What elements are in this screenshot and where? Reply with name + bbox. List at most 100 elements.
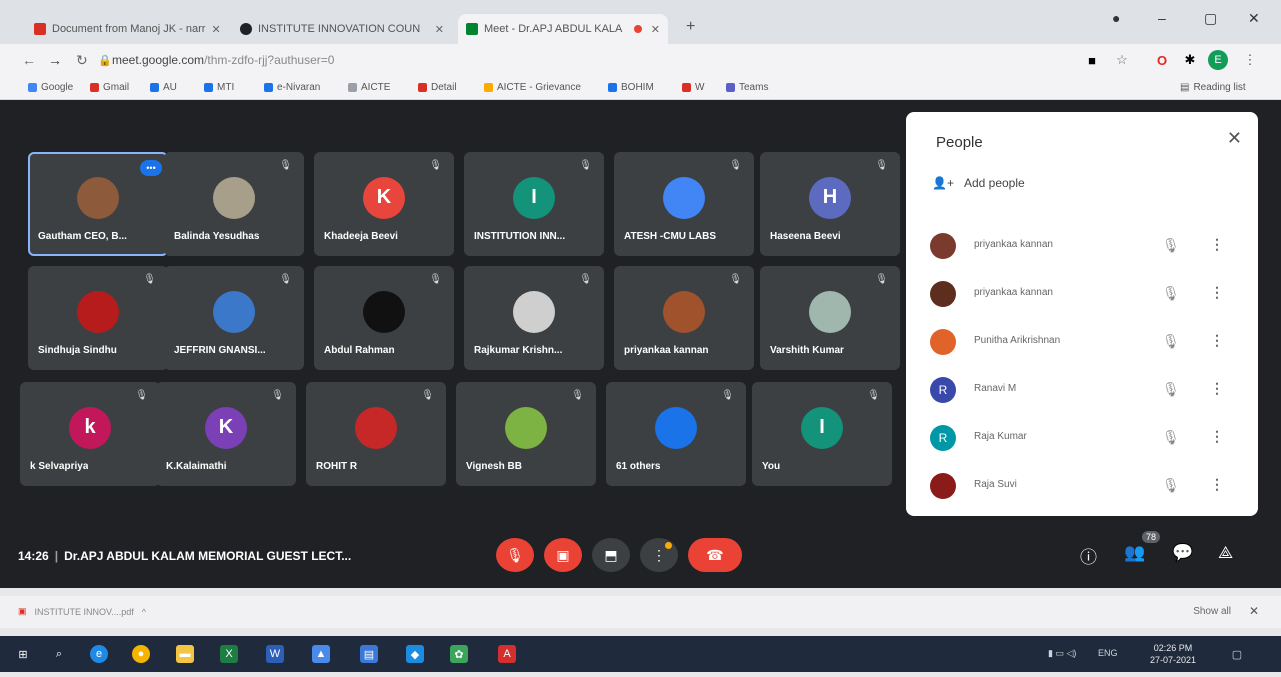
more-vert-icon[interactable]: ⋮ — [1210, 332, 1224, 349]
extensions-icon[interactable]: ✱ — [1180, 50, 1200, 70]
close-icon[interactable]: ✕ — [1249, 604, 1259, 618]
participant-row[interactable]: R Ranavi M 🎙 ⋮ — [930, 374, 1240, 406]
more-vert-icon[interactable]: ⋮ — [1210, 284, 1224, 301]
minimize-button[interactable]: – — [1158, 10, 1166, 26]
document-icon[interactable]: ▤ — [360, 645, 378, 663]
close-icon[interactable]: ✕ — [211, 23, 220, 36]
participant-row[interactable]: priyankaa kannan 🎙 ⋮ — [930, 278, 1240, 310]
photos-icon[interactable]: ◆ — [406, 645, 424, 663]
more-options-button[interactable]: ⋮ — [640, 538, 678, 572]
present-button[interactable]: ⬒ — [592, 538, 630, 572]
activities-icon[interactable]: ⟁ — [1218, 543, 1233, 563]
tab-institute[interactable]: INSTITUTE INNOVATION COUN ✕ — [232, 14, 452, 44]
file-explorer-icon[interactable]: ▬ — [176, 645, 194, 663]
participant-row[interactable]: Punitha Arikrishnan 🎙 ⋮ — [930, 326, 1240, 358]
mic-muted-icon: 🎙 — [729, 160, 742, 171]
reading-list-icon: ▤ — [1180, 82, 1190, 93]
media-icon[interactable]: ● — [1112, 10, 1120, 26]
bookmark-w[interactable]: W — [682, 82, 704, 93]
chrome-icon[interactable]: ● — [132, 645, 150, 663]
acrobat-icon[interactable]: A — [498, 645, 516, 663]
bookmark-bohim[interactable]: BOHIM — [608, 82, 654, 93]
participant-tile[interactable]: Rajkumar Krishn... 🎙 — [464, 266, 604, 370]
more-vert-icon[interactable]: ⋮ — [1210, 476, 1224, 493]
more-vert-icon[interactable]: ⋮ — [1210, 428, 1224, 445]
participant-tile[interactable]: k k Selvapriya 🎙 — [20, 382, 160, 486]
new-tab-button[interactable]: + — [686, 18, 695, 36]
back-icon[interactable]: ← — [22, 52, 36, 68]
excel-icon[interactable]: X — [220, 645, 238, 663]
mic-muted-icon: 🎙 — [135, 390, 148, 401]
participant-tile[interactable]: Gautham CEO, B... ••• — [28, 152, 168, 256]
show-all-button[interactable]: Show all — [1193, 606, 1231, 617]
participant-name: priyankaa kannan — [974, 287, 1053, 298]
profile-avatar[interactable]: E — [1208, 50, 1228, 70]
close-icon[interactable]: ✕ — [1227, 128, 1242, 149]
reading-list-button[interactable]: ▤ Reading list — [1180, 82, 1246, 93]
more-vert-icon[interactable]: ⋮ — [1210, 236, 1224, 253]
notification-icon[interactable]: ▢ — [1228, 645, 1246, 663]
participant-tile[interactable]: I You 🎙 — [752, 382, 892, 486]
bookmark-detail[interactable]: Detail — [418, 82, 457, 93]
participant-tile[interactable]: H Haseena Beevi 🎙 — [760, 152, 900, 256]
participant-tile[interactable]: priyankaa kannan 🎙 — [614, 266, 754, 370]
download-item[interactable]: ▣ INSTITUTE INNOV....pdf ^ — [18, 606, 146, 617]
reload-icon[interactable]: ↻ — [76, 52, 88, 69]
lock-icon[interactable]: 🔒 — [98, 54, 112, 67]
participant-tile[interactable]: K K.Kalaimathi 🎙 — [156, 382, 296, 486]
search-icon[interactable]: ⌕ — [50, 645, 68, 663]
bookmark-aicte-grievance[interactable]: AICTE - Grievance — [484, 82, 581, 93]
participant-tile[interactable]: Sindhuja Sindhu 🎙 — [28, 266, 168, 370]
app-green-icon[interactable]: ✿ — [450, 645, 468, 663]
bookmark-google[interactable]: Google — [28, 82, 73, 93]
participant-tile[interactable]: Abdul Rahman 🎙 — [314, 266, 454, 370]
menu-icon[interactable]: ⋮ — [1240, 50, 1260, 70]
maximize-button[interactable]: ▢ — [1204, 10, 1217, 27]
language-indicator[interactable]: ENG — [1098, 648, 1118, 658]
app-icon[interactable]: ▲ — [312, 645, 330, 663]
participant-tile[interactable]: Vignesh BB 🎙 — [456, 382, 596, 486]
participant-tile[interactable]: JEFFRIN GNANSI... 🎙 — [164, 266, 304, 370]
close-icon[interactable]: ✕ — [435, 23, 444, 36]
edge-icon[interactable]: e — [90, 645, 108, 663]
add-people-button[interactable]: 👤+ Add people — [932, 176, 1025, 190]
opera-icon[interactable]: O — [1152, 50, 1172, 70]
participant-tile[interactable]: I INSTITUTION INN... 🎙 — [464, 152, 604, 256]
star-icon[interactable]: ☆ — [1112, 50, 1132, 70]
camera-toggle-button[interactable]: ▣ — [544, 538, 582, 572]
participant-tile[interactable]: 61 others 🎙 — [606, 382, 746, 486]
people-icon[interactable]: 👥 — [1124, 543, 1145, 563]
forward-icon[interactable]: → — [48, 52, 62, 68]
participant-tile[interactable]: K Khadeeja Beevi 🎙 — [314, 152, 454, 256]
window-close-button[interactable]: ✕ — [1248, 10, 1260, 27]
bookmark-e-nivaran[interactable]: e-Nivaran — [264, 82, 320, 93]
bookmark-mti[interactable]: MTI — [204, 82, 234, 93]
tab-gmail[interactable]: Document from Manoj JK - narr ✕ — [26, 14, 226, 44]
url-field[interactable]: meet.google.com/thm-zdfo-rjj?authuser=0 — [112, 53, 334, 67]
camera-icon[interactable]: ■ — [1082, 50, 1102, 70]
more-vert-icon[interactable]: ⋮ — [1210, 380, 1224, 397]
word-icon[interactable]: W — [266, 645, 284, 663]
close-icon[interactable]: ✕ — [651, 23, 660, 36]
participant-tile[interactable]: Varshith Kumar 🎙 — [760, 266, 900, 370]
info-icon[interactable]: ⓘ — [1080, 543, 1097, 568]
bookmark-au[interactable]: AU — [150, 82, 177, 93]
participant-row[interactable]: R Raja Kumar 🎙 ⋮ — [930, 422, 1240, 454]
tab-meet[interactable]: Meet - Dr.APJ ABDUL KALA ✕ — [458, 14, 668, 44]
windows-start-icon[interactable]: ⊞ — [14, 645, 32, 663]
system-clock[interactable]: 02:26 PM 27-07-2021 — [1150, 642, 1196, 666]
participant-tile[interactable]: ROHIT R 🎙 — [306, 382, 446, 486]
more-options-icon[interactable]: ••• — [140, 160, 162, 176]
participant-tile[interactable]: Balinda Yesudhas 🎙 — [164, 152, 304, 256]
bookmark-gmail[interactable]: Gmail — [90, 82, 129, 93]
bookmark-teams[interactable]: Teams — [726, 82, 768, 93]
bookmark-aicte[interactable]: AICTE — [348, 82, 390, 93]
chevron-up-icon[interactable]: ^ — [142, 607, 146, 617]
participant-tile[interactable]: ATESH -CMU LABS 🎙 — [614, 152, 754, 256]
leave-call-button[interactable]: ☎ — [688, 538, 742, 572]
participant-row[interactable]: Raja Suvi 🎙 ⋮ — [930, 470, 1240, 502]
mic-toggle-button[interactable]: 🎙 — [496, 538, 534, 572]
chat-icon[interactable]: 💬 — [1172, 543, 1193, 563]
tray-icons[interactable]: ▮ ▭ ◁) — [1048, 648, 1076, 659]
participant-row[interactable]: priyankaa kannan 🎙 ⋮ — [930, 230, 1240, 262]
